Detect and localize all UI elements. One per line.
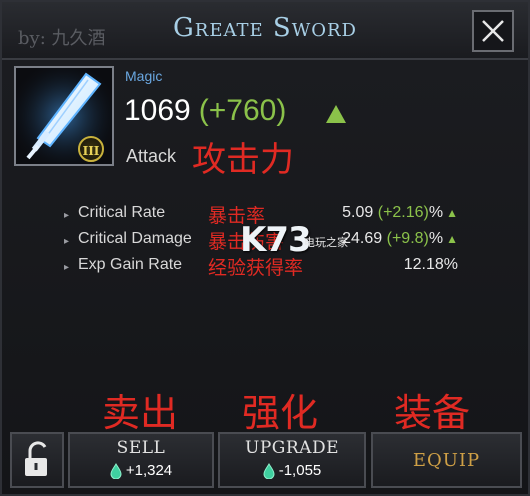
stat-suffix: % bbox=[428, 230, 444, 247]
title-bar: by: 九久酒 Greate Sword bbox=[2, 2, 528, 60]
bullet-icon: ▸ bbox=[64, 210, 70, 221]
attack-bonus: (+760) bbox=[198, 94, 287, 127]
sell-price: +1,324 bbox=[70, 462, 212, 480]
sell-button[interactable]: SELL +1,324 bbox=[68, 432, 214, 488]
sell-button-label: SELL bbox=[116, 438, 166, 458]
upgrade-price-value: -1,055 bbox=[278, 462, 322, 479]
stat-bonus: (+9.8) bbox=[386, 230, 429, 247]
attack-label: Attack bbox=[126, 146, 177, 166]
gem-icon bbox=[110, 463, 122, 480]
stat-suffix: % bbox=[428, 204, 444, 221]
equip-button[interactable]: EQUIP bbox=[371, 432, 522, 488]
lock-icon bbox=[25, 441, 47, 476]
upgrade-label-cn: 强化 bbox=[242, 391, 319, 435]
stat-value: 12.18% bbox=[404, 256, 458, 274]
attack-stat: 1069 (+760) bbox=[124, 94, 286, 128]
bullet-icon: ▸ bbox=[64, 236, 70, 247]
stat-name: Exp Gain Rate bbox=[78, 256, 183, 273]
attack-value: 1069 bbox=[124, 94, 191, 127]
stat-base: 12.18% bbox=[403, 256, 458, 273]
tier-badge: III bbox=[78, 136, 104, 162]
upgrade-button-label: UPGRADE bbox=[245, 438, 339, 458]
stat-name: Critical Rate bbox=[78, 204, 166, 221]
attack-label-cn: 攻击力 bbox=[192, 140, 294, 180]
up-arrow-icon: ▲ bbox=[446, 232, 458, 246]
site-logo: K73 电玩之家 bbox=[240, 220, 360, 264]
up-arrow-icon bbox=[326, 105, 346, 123]
upgrade-button[interactable]: UPGRADE -1,055 bbox=[218, 432, 366, 488]
bullet-icon: ▸ bbox=[64, 262, 70, 273]
sell-price-value: +1,324 bbox=[125, 462, 173, 479]
up-arrow-icon: ▲ bbox=[446, 206, 458, 220]
gem-icon bbox=[263, 463, 275, 480]
stat-base: 5.09 bbox=[342, 204, 374, 221]
stat-name: Critical Damage bbox=[78, 230, 192, 247]
item-rarity: Magic bbox=[125, 68, 163, 84]
sell-label-cn: 卖出 bbox=[102, 391, 179, 435]
item-icon-frame[interactable]: III bbox=[14, 66, 114, 166]
logo-text: K73 bbox=[240, 220, 312, 260]
upgrade-price: -1,055 bbox=[220, 462, 364, 480]
logo-subtext: 电玩之家 bbox=[304, 236, 348, 249]
equip-label-cn: 装备 bbox=[394, 391, 471, 435]
window-title: Greate Sword bbox=[173, 13, 357, 43]
close-icon bbox=[482, 20, 504, 42]
close-button[interactable] bbox=[472, 10, 514, 52]
lock-button[interactable] bbox=[10, 432, 64, 488]
equip-button-label: EQUIP bbox=[412, 450, 481, 471]
item-detail-panel: by: 九久酒 Greate Sword III Magic 1069 (+76… bbox=[0, 0, 530, 496]
stat-bonus: (+2.16) bbox=[377, 204, 429, 221]
